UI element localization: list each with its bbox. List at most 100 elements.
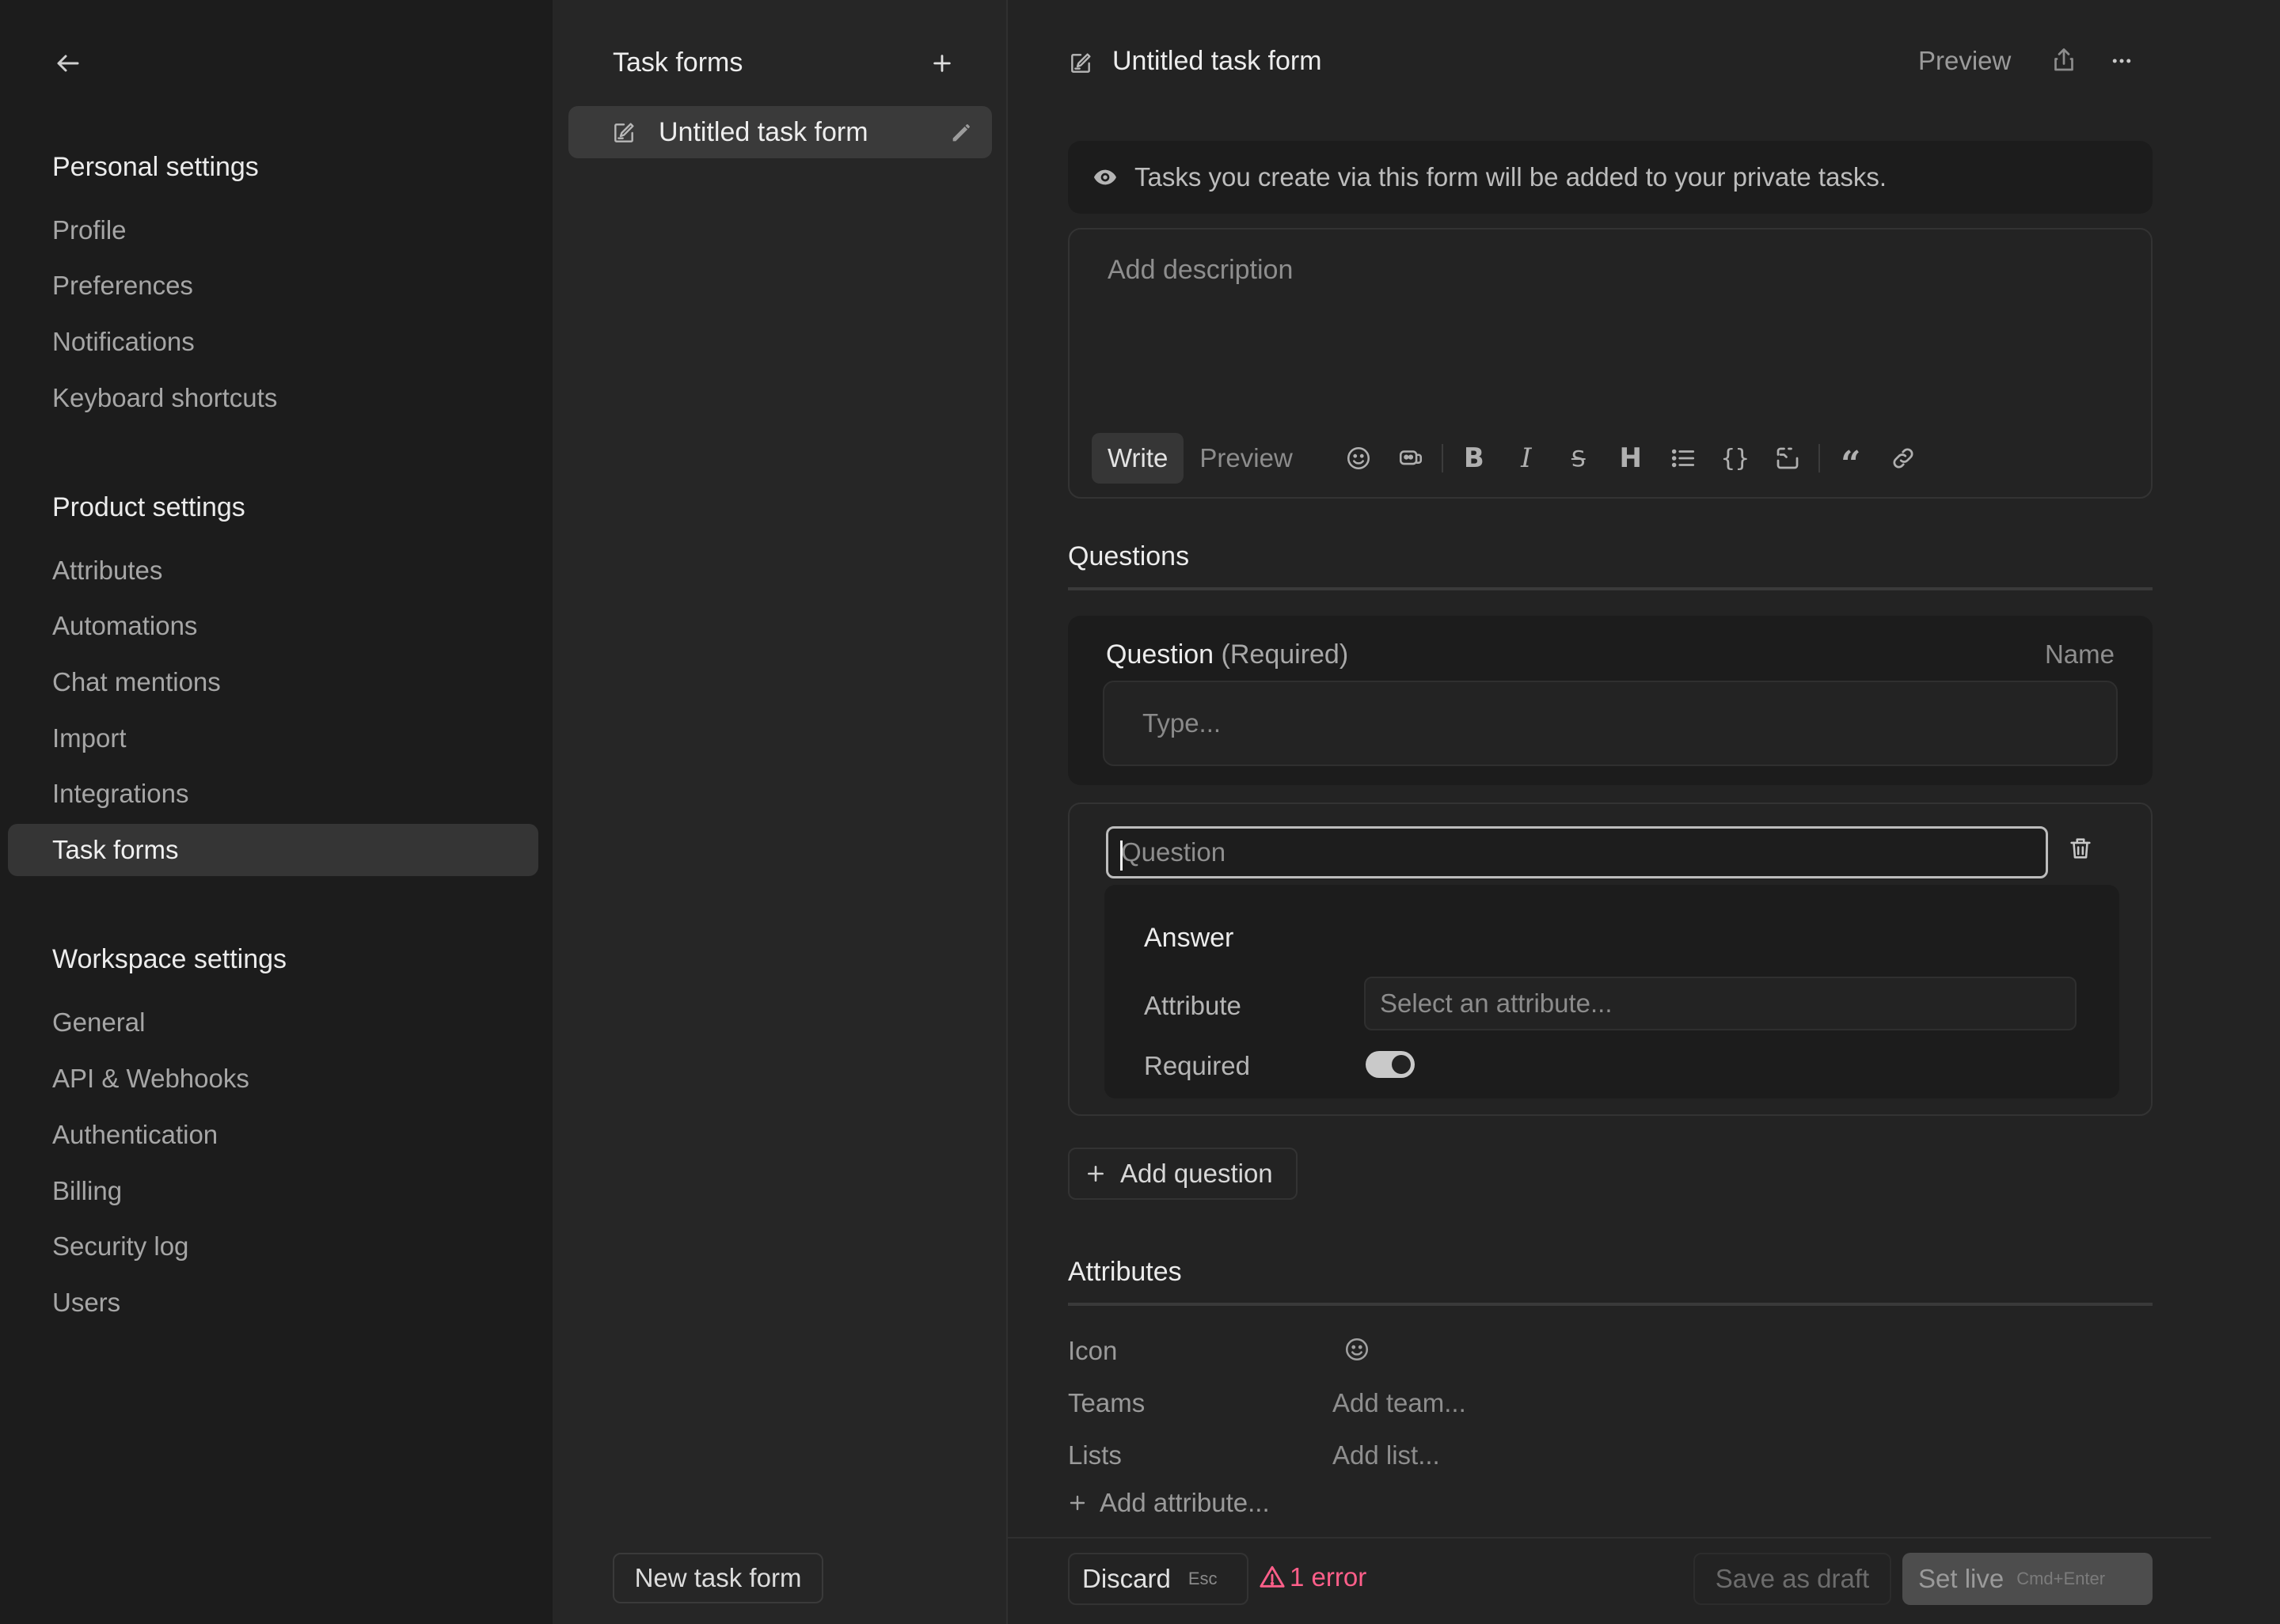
tab-write[interactable]: Write <box>1092 433 1184 484</box>
nav-item-profile[interactable]: Profile <box>8 204 538 256</box>
link-icon[interactable] <box>1877 433 1929 484</box>
nav-item-keyboard-shortcuts[interactable]: Keyboard shortcuts <box>8 372 538 424</box>
privacy-notice: Tasks you create via this form will be a… <box>1068 141 2153 214</box>
preview-button[interactable]: Preview <box>1918 46 2011 76</box>
add-question-label: Add question <box>1120 1159 1273 1188</box>
nav-item-task-forms[interactable]: Task forms <box>8 824 538 876</box>
question-label: Question (Required) <box>1106 639 1348 670</box>
discard-label: Discard <box>1082 1564 1171 1593</box>
list-icon[interactable] <box>1657 433 1709 484</box>
list-item-label: Untitled task form <box>659 117 868 147</box>
attribute-row-label-icon: Icon <box>1068 1336 1118 1365</box>
section-personal-settings: Personal settings <box>52 152 259 182</box>
heading-icon[interactable]: H <box>1605 433 1657 484</box>
nav-item-preferences[interactable]: Preferences <box>8 260 538 312</box>
question-input[interactable]: Question <box>1106 826 2048 878</box>
emoji-picker-icon[interactable] <box>1343 1336 1370 1363</box>
attribute-select[interactable]: Select an attribute... <box>1364 977 2077 1030</box>
nav-item-security-log[interactable]: Security log <box>8 1220 538 1273</box>
nav-item-notifications[interactable]: Notifications <box>8 316 538 368</box>
required-tag: (Required) <box>1221 639 1349 670</box>
plus-icon <box>933 55 951 72</box>
nav-item-attributes[interactable]: Attributes <box>8 544 538 597</box>
nav-item-automations[interactable]: Automations <box>8 600 538 652</box>
warning-icon <box>1260 1565 1285 1588</box>
nav-item-users[interactable]: Users <box>8 1277 538 1329</box>
discard-shortcut: Esc <box>1188 1569 1218 1588</box>
page-title[interactable]: Untitled task form <box>1112 46 1322 77</box>
text-cursor <box>1120 840 1123 871</box>
error-indicator[interactable]: 1 error <box>1258 1562 1366 1592</box>
nav-item-chat-mentions[interactable]: Chat mentions <box>8 656 538 708</box>
markdown-toolbar: Write Preview B I S H {} “ <box>1092 432 1929 484</box>
discard-button[interactable]: Discard Esc <box>1068 1553 1248 1605</box>
tab-preview[interactable]: Preview <box>1184 433 1308 484</box>
set-live-shortcut: Cmd+Enter <box>2016 1569 2106 1588</box>
add-attribute-button[interactable]: Add attribute... <box>1068 1488 1270 1518</box>
nav-item-integrations[interactable]: Integrations <box>8 768 538 820</box>
emoji-icon[interactable] <box>1332 433 1385 484</box>
list-item[interactable]: Untitled task form <box>568 106 992 158</box>
set-live-button[interactable]: Set live Cmd+Enter <box>1902 1553 2153 1605</box>
default-question-card: Question (Required) Name Type... <box>1068 616 2153 785</box>
code-icon[interactable]: {} <box>1709 433 1761 484</box>
more-options-icon[interactable] <box>2108 49 2135 73</box>
mention-icon[interactable] <box>1385 433 1437 484</box>
arrow-left-icon <box>57 55 79 72</box>
pencil-icon[interactable] <box>948 119 975 146</box>
description-editor[interactable]: Add description Write Preview B I S H {} <box>1068 228 2153 499</box>
set-live-label: Set live <box>1918 1564 2004 1593</box>
share-icon[interactable] <box>2050 46 2078 74</box>
section-product-settings: Product settings <box>52 492 245 522</box>
section-workspace-settings: Workspace settings <box>52 944 287 974</box>
add-team-field[interactable]: Add team... <box>1332 1388 1466 1418</box>
save-as-draft-button[interactable]: Save as draft <box>1693 1553 1891 1605</box>
settings-sidebar: Personal settings Profile Preferences No… <box>0 0 553 1624</box>
add-attribute-label: Add attribute... <box>1100 1488 1270 1517</box>
quote-icon[interactable]: “ <box>1825 433 1877 484</box>
notice-text: Tasks you create via this form will be a… <box>1134 162 1887 192</box>
divider <box>1068 1303 2153 1306</box>
list-title: Task forms <box>613 47 743 78</box>
strikethrough-icon[interactable]: S <box>1552 433 1605 484</box>
task-form-editor: Untitled task form Preview Tasks you cre… <box>1008 0 2280 1624</box>
eye-icon <box>1092 165 1119 190</box>
add-task-form-button[interactable] <box>925 46 960 81</box>
description-placeholder: Add description <box>1108 255 1294 285</box>
toggle-knob <box>1392 1055 1411 1074</box>
footer-divider <box>1008 1537 2211 1539</box>
trash-icon[interactable] <box>2067 834 2094 863</box>
toolbar-divider <box>1441 444 1443 472</box>
attributes-heading: Attributes <box>1068 1257 1182 1287</box>
required-label: Required <box>1144 1051 1250 1080</box>
task-forms-list: Task forms Untitled task form New task f… <box>553 0 1008 1624</box>
nav-item-general[interactable]: General <box>8 996 538 1049</box>
nav-item-billing[interactable]: Billing <box>8 1165 538 1217</box>
name-attribute-label: Name <box>2044 639 2115 669</box>
bold-icon[interactable]: B <box>1448 433 1500 484</box>
code-block-icon[interactable] <box>1761 433 1814 484</box>
error-text: 1 error <box>1290 1562 1367 1592</box>
nav-item-import[interactable]: Import <box>8 712 538 765</box>
add-list-field[interactable]: Add list... <box>1332 1440 1440 1470</box>
answer-panel: Answer Attribute Select an attribute... … <box>1104 885 2119 1098</box>
question-editor-card: Question Answer Attribute Select an attr… <box>1068 803 2153 1116</box>
nav-item-authentication[interactable]: Authentication <box>8 1109 538 1161</box>
attribute-label: Attribute <box>1144 991 1241 1020</box>
form-edit-icon <box>611 120 636 146</box>
question-label-text: Question <box>1106 639 1214 670</box>
italic-icon[interactable]: I <box>1500 433 1552 484</box>
plus-icon <box>1068 1493 1087 1512</box>
required-toggle[interactable] <box>1366 1051 1415 1078</box>
back-button[interactable] <box>48 43 89 84</box>
add-question-button[interactable]: Add question <box>1068 1148 1298 1200</box>
new-task-form-button[interactable]: New task form <box>613 1553 823 1603</box>
question-answer-input[interactable]: Type... <box>1103 681 2118 766</box>
attribute-row-label-teams: Teams <box>1068 1388 1146 1417</box>
toolbar-divider <box>1818 444 1820 472</box>
nav-item-api-webhooks[interactable]: API & Webhooks <box>8 1053 538 1105</box>
divider <box>1068 587 2153 590</box>
attribute-row-label-lists: Lists <box>1068 1440 1122 1470</box>
questions-heading: Questions <box>1068 541 1190 571</box>
form-edit-icon <box>1068 51 1093 76</box>
